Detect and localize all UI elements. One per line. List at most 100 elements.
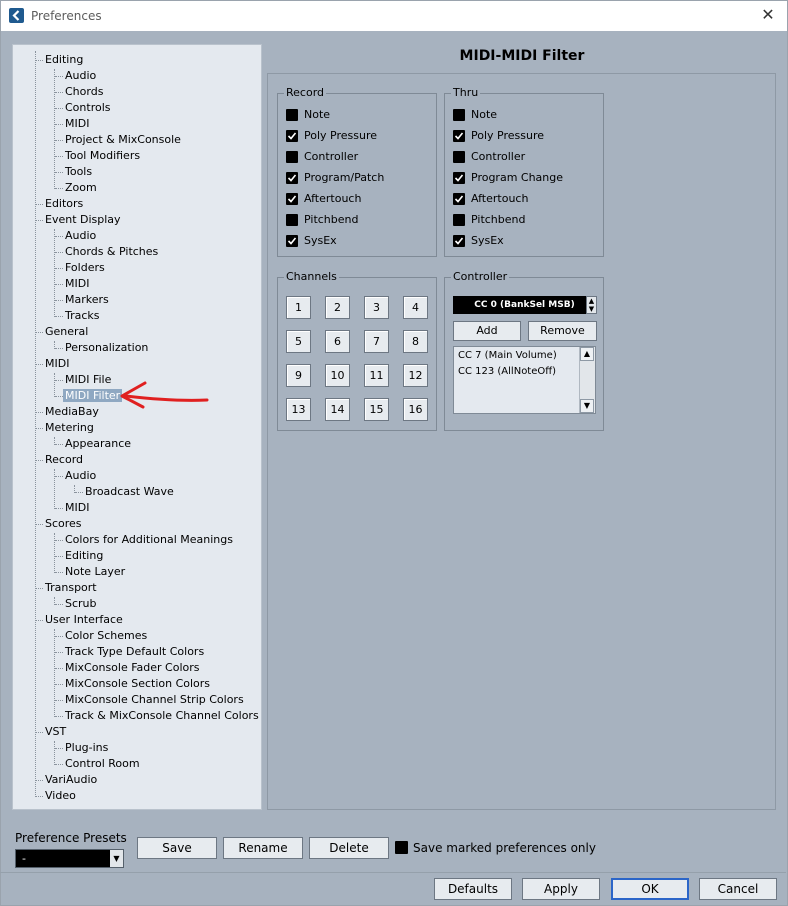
tree-item-note-layer[interactable]: Note Layer [65,564,125,580]
checkbox-box[interactable] [286,109,298,121]
checkbox-box[interactable] [286,214,298,226]
tree-item-mixconsole-channel-strip-colors[interactable]: MixConsole Channel Strip Colors [65,692,244,708]
checkmark-icon[interactable] [453,172,465,184]
channel-button-10[interactable]: 10 [325,364,350,387]
checkmark-icon[interactable] [453,235,465,247]
tree-item-editors[interactable]: Editors [45,196,83,212]
ok-button[interactable]: OK [611,878,689,900]
tree-item-general[interactable]: General [45,324,88,340]
checkmark-icon[interactable] [286,130,298,142]
channel-button-15[interactable]: 15 [364,398,389,421]
tree-item-variaudio[interactable]: VariAudio [45,772,97,788]
tree-item-zoom[interactable]: Zoom [65,180,97,196]
tree-item-tool-modifiers[interactable]: Tool Modifiers [65,148,140,164]
remove-controller-button[interactable]: Remove [528,321,597,341]
channel-button-1[interactable]: 1 [286,296,311,319]
tree-item-scores[interactable]: Scores [45,516,82,532]
channel-button-3[interactable]: 3 [364,296,389,319]
checkbox-box[interactable] [453,214,465,226]
tree-item-appearance[interactable]: Appearance [65,436,131,452]
tree-item-chords[interactable]: Chords [65,84,103,100]
scroll-up-icon[interactable]: ▲ [580,347,594,361]
controller-value-display[interactable]: CC 0 (BankSel MSB) [453,296,596,314]
tree-item-mixconsole-fader-colors[interactable]: MixConsole Fader Colors [65,660,200,676]
checkmark-icon[interactable] [453,193,465,205]
tree-item-tools[interactable]: Tools [65,164,92,180]
checkbox-box[interactable] [453,151,465,163]
tree-item-midi-file[interactable]: MIDI File [65,372,111,388]
tree-item-audio[interactable]: Audio [65,228,96,244]
tree-item-audio[interactable]: Audio [65,468,96,484]
scroll-down-icon[interactable]: ▼ [580,399,594,413]
channel-button-7[interactable]: 7 [364,330,389,353]
tree-item-colors-for-additional-meanings[interactable]: Colors for Additional Meanings [65,532,233,548]
tree-item-plug-ins[interactable]: Plug-ins [65,740,108,756]
tree-item-personalization[interactable]: Personalization [65,340,148,356]
tree-item-project-mixconsole[interactable]: Project & MixConsole [65,132,181,148]
tree-item-broadcast-wave[interactable]: Broadcast Wave [85,484,174,500]
tree-item-editing[interactable]: Editing [45,52,83,68]
tree-item-event-display[interactable]: Event Display [45,212,121,228]
tree-item-markers[interactable]: Markers [65,292,109,308]
list-item[interactable]: CC 7 (Main Volume) [458,350,557,361]
channel-button-14[interactable]: 14 [325,398,350,421]
tree-item-vst[interactable]: VST [45,724,66,740]
tree-item-user-interface[interactable]: User Interface [45,612,123,628]
tree-item-controls[interactable]: Controls [65,100,111,116]
apply-button[interactable]: Apply [522,878,600,900]
checkmark-icon[interactable] [286,172,298,184]
chevron-down-icon[interactable]: ▼ [110,850,123,867]
tree-item-scrub[interactable]: Scrub [65,596,97,612]
checkmark-icon[interactable] [286,193,298,205]
checkmark-icon[interactable] [453,130,465,142]
tree-item-tracks[interactable]: Tracks [65,308,100,324]
channel-button-2[interactable]: 2 [325,296,350,319]
tree-item-editing[interactable]: Editing [65,548,103,564]
channel-button-8[interactable]: 8 [403,330,428,353]
defaults-button[interactable]: Defaults [434,878,512,900]
tree-item-midi[interactable]: MIDI [65,500,89,516]
tree-item-transport[interactable]: Transport [45,580,97,596]
tree-item-control-room[interactable]: Control Room [65,756,140,772]
tree-item-chords-pitches[interactable]: Chords & Pitches [65,244,158,260]
rename-preset-button[interactable]: Rename [223,837,303,859]
channel-button-13[interactable]: 13 [286,398,311,421]
channel-button-5[interactable]: 5 [286,330,311,353]
tree-item-folders[interactable]: Folders [65,260,105,276]
spin-down-icon[interactable]: ▼ [587,305,596,313]
controller-spin[interactable]: ▲ ▼ [586,296,597,314]
controller-list[interactable]: CC 7 (Main Volume) CC 123 (AllNoteOff) ▲… [453,346,596,414]
tree-item-record[interactable]: Record [45,452,83,468]
channel-button-6[interactable]: 6 [325,330,350,353]
tree-item-mixconsole-section-colors[interactable]: MixConsole Section Colors [65,676,210,692]
add-controller-button[interactable]: Add [453,321,521,341]
channel-button-4[interactable]: 4 [403,296,428,319]
channel-button-11[interactable]: 11 [364,364,389,387]
list-scrollbar[interactable]: ▲ ▼ [579,347,595,413]
close-icon[interactable]: ✕ [759,6,777,24]
tree-item-audio[interactable]: Audio [65,68,96,84]
channel-button-9[interactable]: 9 [286,364,311,387]
tree-item-track-type-default-colors[interactable]: Track Type Default Colors [65,644,204,660]
save-preset-button[interactable]: Save [137,837,217,859]
tree-item-mediabay[interactable]: MediaBay [45,404,99,420]
spin-up-icon[interactable]: ▲ [587,297,596,305]
tree-item-midi[interactable]: MIDI [65,116,89,132]
tree-item-video[interactable]: Video [45,788,76,804]
checkbox-box[interactable] [453,109,465,121]
tree-item-color-schemes[interactable]: Color Schemes [65,628,147,644]
preset-select[interactable]: - ▼ [15,849,124,868]
checkmark-icon[interactable] [286,235,298,247]
checkbox-box[interactable] [395,841,408,854]
tree-item-track-mixconsole-channel-colors[interactable]: Track & MixConsole Channel Colors [65,708,259,724]
list-item[interactable]: CC 123 (AllNoteOff) [458,366,556,377]
tree-item-metering[interactable]: Metering [45,420,94,436]
channel-button-12[interactable]: 12 [403,364,428,387]
tree-item-midi[interactable]: MIDI [65,276,89,292]
tree-item-midi-filter[interactable]: MIDI Filter [63,388,123,404]
channel-button-16[interactable]: 16 [403,398,428,421]
checkbox-box[interactable] [286,151,298,163]
tree-item-midi[interactable]: MIDI [45,356,69,372]
cancel-button[interactable]: Cancel [699,878,777,900]
delete-preset-button[interactable]: Delete [309,837,389,859]
